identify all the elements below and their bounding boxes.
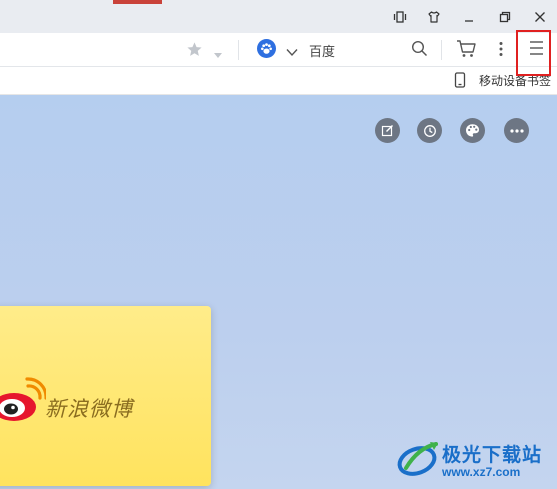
watermark-site-name: 极光下载站 xyxy=(442,445,543,466)
new-tab-page: 新浪微博 xyxy=(0,95,557,489)
minimize-icon[interactable] xyxy=(458,6,480,28)
watermark-logo-icon xyxy=(396,438,442,483)
mobile-device-icon xyxy=(454,72,466,93)
toolbar-divider xyxy=(238,40,239,60)
baidu-paw-icon[interactable] xyxy=(257,39,276,58)
weibo-brand-text: 新浪微博 xyxy=(45,398,133,421)
history-icon[interactable] xyxy=(417,118,442,143)
layout-icon[interactable] xyxy=(389,6,411,28)
bookmark-bar: 移动设备书签 xyxy=(0,67,557,95)
weibo-shortcut-card[interactable]: 新浪微博 xyxy=(0,306,211,486)
watermark-url: www.xz7.com xyxy=(442,465,521,479)
search-icon[interactable] xyxy=(411,40,428,62)
search-engine-dropdown-icon[interactable] xyxy=(286,44,298,62)
close-icon[interactable] xyxy=(529,6,551,28)
shopping-cart-icon[interactable] xyxy=(456,39,477,64)
title-bar xyxy=(0,0,557,33)
bookmark-star-icon[interactable] xyxy=(186,41,203,63)
more-icon[interactable] xyxy=(504,118,529,143)
star-dropdown-icon[interactable] xyxy=(213,46,223,64)
restore-icon[interactable] xyxy=(494,6,516,28)
edit-icon[interactable] xyxy=(375,118,400,143)
search-engine-label[interactable]: 百度 xyxy=(309,41,335,60)
toolbar-divider xyxy=(441,40,442,60)
weibo-logo-icon xyxy=(0,374,48,429)
menu-highlight-box xyxy=(516,30,551,76)
skin-icon[interactable] xyxy=(423,6,445,28)
palette-icon[interactable] xyxy=(460,118,485,143)
more-vertical-icon[interactable] xyxy=(499,41,503,62)
active-tab-indicator[interactable] xyxy=(113,0,162,4)
navigation-toolbar: 百度 xyxy=(0,33,557,67)
